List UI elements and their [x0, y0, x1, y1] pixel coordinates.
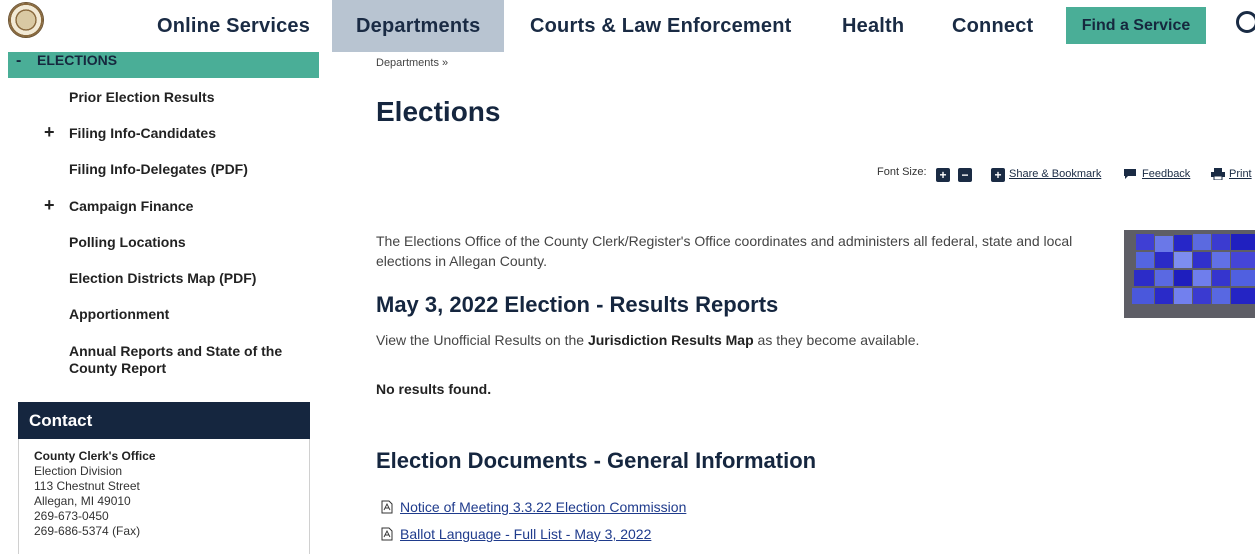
page-title: Elections	[376, 96, 501, 127]
results-text-after: as they become available.	[753, 332, 920, 348]
sidebar-item-filing-info-delegates[interactable]: Filing Info-Delegates (PDF)	[69, 161, 248, 178]
results-description: View the Unofficial Results on the Juris…	[376, 332, 919, 348]
nav-courts-law-enforcement[interactable]: Courts & Law Enforcement	[530, 0, 792, 52]
results-heading: May 3, 2022 Election - Results Reports	[376, 292, 779, 317]
contact-city: Allegan, MI 49010	[34, 494, 131, 508]
contact-fax: 269-686-5374 (Fax)	[34, 524, 141, 538]
sidebar-item-label: ELECTIONS	[37, 52, 118, 68]
share-plus-icon[interactable]: +	[991, 168, 1005, 182]
county-seal-logo[interactable]	[8, 2, 44, 38]
contact-division: Election Division	[34, 464, 123, 478]
collapse-icon[interactable]: -	[16, 52, 21, 70]
jurisdiction-map-thumbnail[interactable]	[1124, 230, 1255, 318]
print-icon[interactable]	[1211, 168, 1225, 180]
contact-heading: Contact	[18, 402, 310, 439]
sidebar-item-election-districts-map[interactable]: Election Districts Map (PDF)	[69, 270, 256, 287]
documents-heading: Election Documents - General Information	[376, 448, 817, 473]
nav-online-services[interactable]: Online Services	[157, 0, 310, 52]
sidebar-item-prior-election-results[interactable]: Prior Election Results	[69, 89, 214, 106]
sidebar-item-elections[interactable]: - ELECTIONS	[8, 52, 319, 78]
document-link-notice-of-meeting[interactable]: Notice of Meeting 3.3.22 Election Commis…	[400, 499, 686, 515]
font-size-label: Font Size:	[877, 166, 927, 178]
breadcrumb[interactable]: Departments »	[376, 57, 448, 69]
contact-phone[interactable]: 269-673-0450	[34, 509, 309, 524]
top-navigation: Online Services Departments Courts & Law…	[0, 0, 1255, 52]
expand-plus-icon[interactable]: +	[44, 196, 55, 214]
no-results-text: No results found.	[376, 381, 492, 397]
no-results-message: No results found.	[376, 381, 491, 397]
print-link[interactable]: Print	[1229, 168, 1255, 180]
expand-plus-icon[interactable]: +	[44, 123, 55, 141]
feedback-link[interactable]: Feedback	[1142, 168, 1190, 180]
font-decrease-icon[interactable]: −	[958, 168, 972, 182]
intro-paragraph: The Elections Office of the County Clerk…	[376, 233, 1073, 269]
sidebar-item-polling-locations[interactable]: Polling Locations	[69, 234, 186, 251]
font-increase-icon[interactable]: +	[936, 168, 950, 182]
sidebar-item-filing-info-candidates[interactable]: Filing Info-Candidates	[69, 125, 216, 142]
nav-health[interactable]: Health	[842, 0, 904, 52]
nav-connect[interactable]: Connect	[952, 0, 1033, 52]
find-a-service-button[interactable]: Find a Service	[1066, 7, 1206, 44]
feedback-icon[interactable]	[1123, 168, 1137, 180]
contact-card: County Clerk's Office Election Division …	[18, 439, 310, 554]
document-link-ballot-language[interactable]: Ballot Language - Full List - May 3, 202…	[400, 526, 651, 542]
sidebar-item-apportionment[interactable]: Apportionment	[69, 306, 169, 323]
search-icon[interactable]	[1236, 11, 1255, 33]
pdf-icon	[381, 527, 393, 541]
share-bookmark-link[interactable]: Share & Bookmark	[1009, 168, 1101, 180]
contact-office: County Clerk's Office	[34, 449, 156, 463]
nav-departments[interactable]: Departments	[332, 0, 505, 52]
results-text-before: View the Unofficial Results on the	[376, 332, 588, 348]
jurisdiction-results-map-link[interactable]: Jurisdiction Results Map	[588, 332, 754, 348]
sidebar-item-campaign-finance[interactable]: Campaign Finance	[69, 198, 193, 215]
contact-street: 113 Chestnut Street	[34, 479, 140, 493]
pdf-icon	[381, 500, 393, 514]
sidebar-item-annual-reports[interactable]: Annual Reports and State of the County R…	[69, 343, 299, 377]
